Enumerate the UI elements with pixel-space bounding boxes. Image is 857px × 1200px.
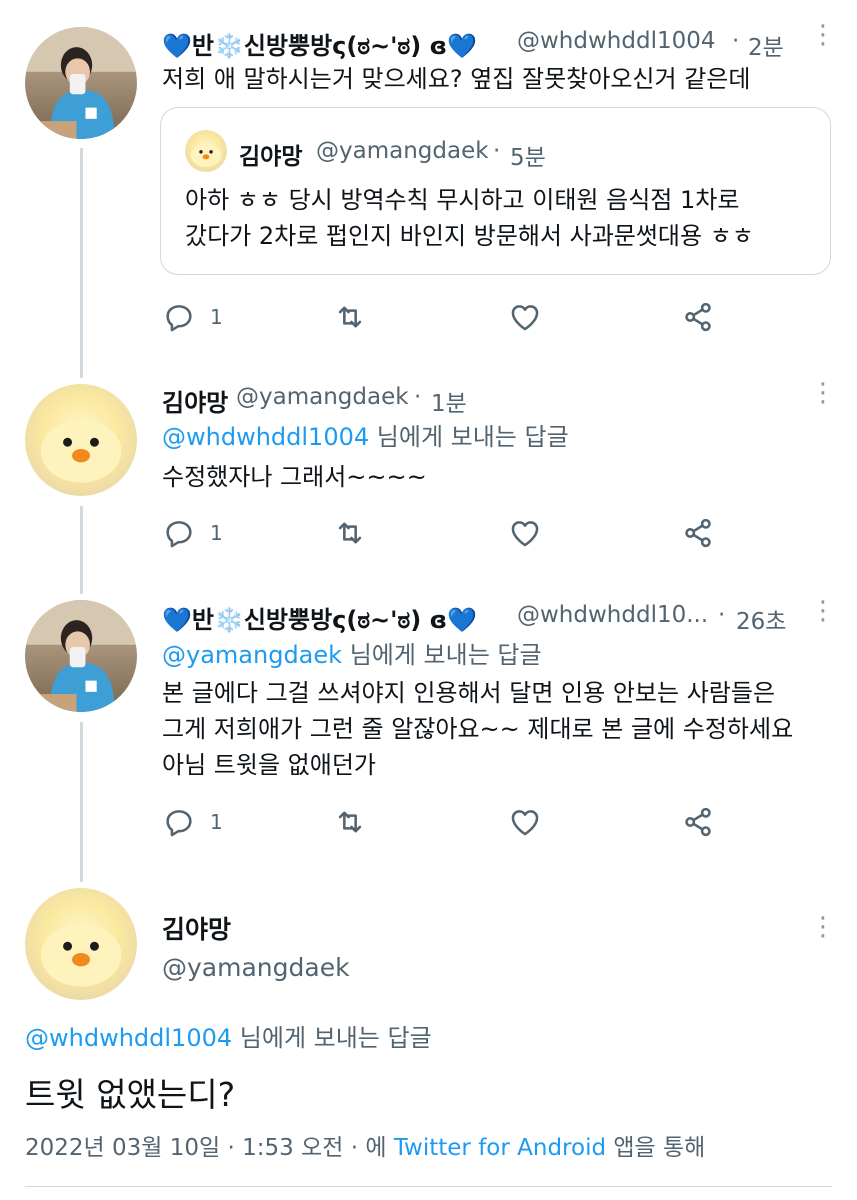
share-button[interactable] (681, 805, 715, 839)
handle[interactable]: @whdwhddl1004 (517, 28, 716, 54)
source-suffix: 앱을 통해 (613, 1135, 706, 1161)
share-icon (681, 516, 715, 550)
quote-handle: @yamangdaek (316, 138, 489, 164)
reply-button[interactable]: 1 (162, 516, 223, 550)
separator-dot: · (718, 602, 726, 628)
retweet-icon (333, 805, 367, 839)
timestamp[interactable]: 26초 (736, 602, 786, 636)
quote-text-line-2: 갔다가 2차로 펍인지 바인지 방문해서 사과문썻대용 ㅎㅎ (185, 222, 754, 250)
tweet-text-line-1: 본 글에다 그걸 쓰셔야지 인용해서 달면 인용 안보는 사람들은 (162, 679, 776, 707)
thread-line-2 (80, 506, 83, 594)
tweet-date: 2022년 03월 10일 · 1:53 오전 · 에 (25, 1135, 387, 1161)
more-icon[interactable]: ⋮ (810, 22, 836, 48)
handle[interactable]: @yamangdaek (236, 384, 409, 410)
avatar[interactable] (25, 600, 137, 712)
share-button[interactable] (681, 300, 715, 334)
reply-button[interactable]: 1 (162, 805, 223, 839)
retweet-button[interactable] (333, 516, 367, 550)
quote-display-name: 김야망 (239, 144, 303, 170)
more-icon[interactable]: ⋮ (810, 598, 836, 624)
quote-tweet-card[interactable]: 김야망 @yamangdaek · 5분 아하 ㅎㅎ 당시 방역수칙 무시하고 … (160, 107, 831, 275)
reply-to-suffix: 님에게 보내는 답글 (349, 641, 542, 669)
separator-dot: · (493, 138, 501, 164)
avatar[interactable] (25, 27, 137, 139)
quote-timestamp: 5분 (510, 145, 546, 171)
tweet-text: 수정했자나 그래서~~~~ (162, 463, 427, 491)
handle[interactable]: @yamangdaek (162, 953, 350, 982)
separator-dot: · (732, 28, 740, 54)
reply-to-suffix: 님에게 보내는 답글 (376, 423, 569, 451)
tweet-meta: 2022년 03월 10일 · 1:53 오전 · 에 Twitter for … (25, 1128, 705, 1162)
tweet-text: 저희 애 말하시는거 맞으세요? 옆집 잘못찾아오신거 같은데 (162, 65, 751, 93)
quote-text-line-1: 아하 ㅎㅎ 당시 방역수칙 무시하고 이태원 음식점 1차로 (185, 186, 740, 214)
reply-count: 1 (210, 810, 223, 834)
tweet-text: 트윗 없앴는디? (25, 1075, 236, 1114)
like-button[interactable] (508, 300, 542, 334)
retweet-icon (333, 300, 367, 334)
like-icon (508, 805, 542, 839)
reply-button[interactable]: 1 (162, 300, 223, 334)
timestamp[interactable]: 2분 (748, 28, 784, 62)
handle[interactable]: @whdwhddl10... (517, 602, 708, 628)
reply-to-handle[interactable]: @whdwhddl1004 (25, 1024, 232, 1052)
avatar[interactable] (25, 888, 137, 1000)
reply-count: 1 (210, 305, 223, 329)
tweet-text-line-3: 아님 트윗을 없애던가 (162, 751, 376, 779)
reply-context: @yamangdaek 님에게 보내는 답글 (162, 637, 542, 673)
reply-icon (162, 300, 196, 334)
retweet-button[interactable] (333, 805, 367, 839)
reply-count: 1 (210, 521, 223, 545)
like-button[interactable] (508, 516, 542, 550)
retweet-icon (333, 516, 367, 550)
display-name[interactable]: 💙반❄️신방뿡방ς(ಠ~'ಠ) ɞ💙 (162, 600, 477, 635)
like-button[interactable] (508, 805, 542, 839)
divider (25, 1186, 832, 1187)
thread-line-1 (80, 148, 83, 378)
reply-icon (162, 516, 196, 550)
display-name[interactable]: 💙반❄️신방뿡방ς(ಠ~'ಠ) ɞ💙 (162, 26, 477, 61)
separator-dot: · (414, 384, 422, 410)
more-icon[interactable]: ⋮ (810, 914, 836, 940)
display-name[interactable]: 김야망 (162, 383, 228, 418)
tweet-text-line-2: 그게 저희애가 그런 줄 알잖아요~~ 제대로 본 글에 수정하세요 (162, 715, 794, 743)
share-icon (681, 300, 715, 334)
reply-context: @whdwhddl1004 님에게 보내는 답글 (162, 419, 569, 455)
timestamp[interactable]: 1분 (431, 384, 467, 418)
reply-to-handle[interactable]: @yamangdaek (162, 641, 342, 669)
like-icon (508, 516, 542, 550)
more-icon[interactable]: ⋮ (810, 380, 836, 406)
source-link[interactable]: Twitter for Android (394, 1135, 606, 1161)
share-button[interactable] (681, 516, 715, 550)
avatar[interactable] (25, 384, 137, 496)
display-name[interactable]: 김야망 (162, 910, 231, 946)
like-icon (508, 300, 542, 334)
retweet-button[interactable] (333, 300, 367, 334)
reply-icon (162, 805, 196, 839)
thread-line-3 (80, 722, 83, 882)
reply-to-handle[interactable]: @whdwhddl1004 (162, 423, 369, 451)
avatar[interactable] (185, 130, 227, 172)
reply-to-suffix: 님에게 보내는 답글 (239, 1024, 432, 1052)
share-icon (681, 805, 715, 839)
reply-context: @whdwhddl1004 님에게 보내는 답글 (25, 1020, 432, 1056)
